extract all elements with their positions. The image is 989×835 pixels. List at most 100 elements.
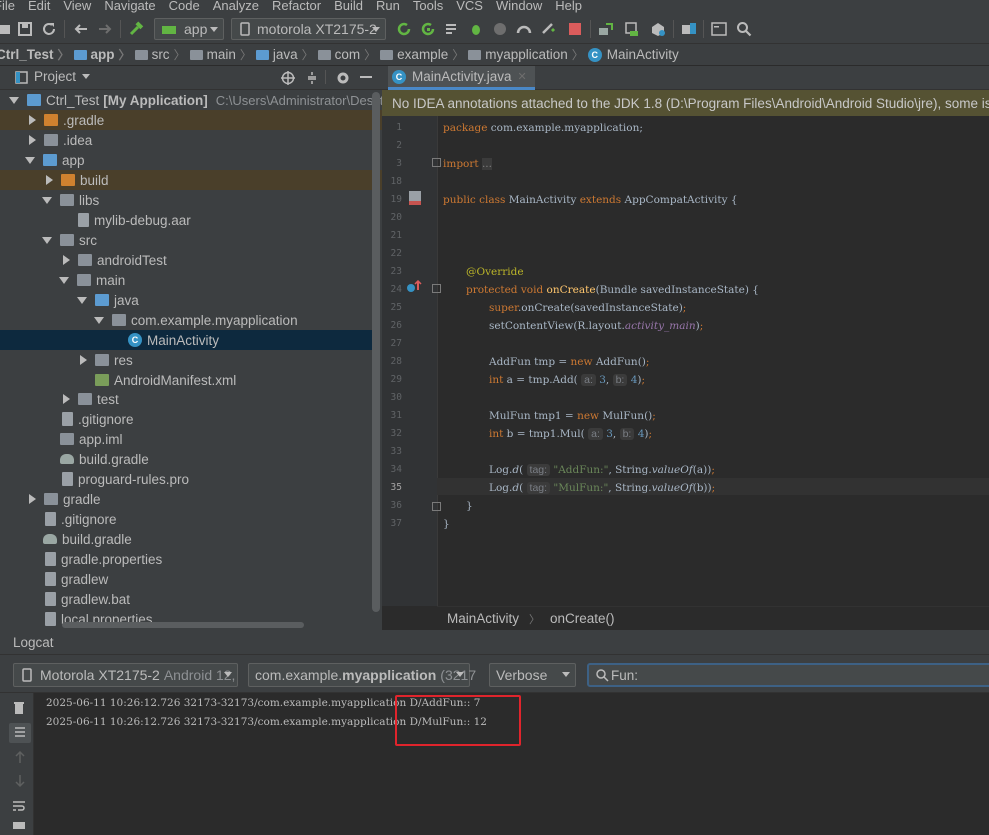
- fold-icon[interactable]: [432, 284, 441, 293]
- print-icon[interactable]: [12, 821, 26, 829]
- code-line[interactable]: }: [443, 518, 450, 530]
- device-select[interactable]: motorola XT2175-2: [231, 18, 386, 40]
- breadcrumb-method[interactable]: onCreate(): [550, 611, 615, 626]
- tree-item-res[interactable]: res: [0, 350, 382, 370]
- apply-changes-icon[interactable]: [396, 21, 412, 37]
- code-line[interactable]: int a = tmp.Add( a: 3, b: 4);: [489, 374, 645, 386]
- avd-manager-icon[interactable]: [624, 21, 640, 37]
- tree-item-test[interactable]: test: [0, 389, 382, 409]
- tree-item-root-build-gradle[interactable]: build.gradle: [0, 529, 382, 549]
- up-arrow-icon[interactable]: [14, 750, 26, 764]
- menu-build[interactable]: Build: [334, 0, 363, 12]
- code-line[interactable]: setContentView(R.layout.activity_main);: [489, 320, 703, 332]
- tree-item-java[interactable]: java: [0, 290, 382, 310]
- crumb-main[interactable]: main 〉: [189, 46, 256, 63]
- tree-item-root-gitignore[interactable]: .gitignore: [0, 509, 382, 529]
- menu-help[interactable]: Help: [555, 0, 582, 12]
- apply-code-changes-icon[interactable]: [420, 21, 436, 37]
- run-list-icon[interactable]: [444, 21, 460, 37]
- tree-item-root[interactable]: Ctrl_Test [My Application] C:\Users\Admi…: [0, 90, 382, 110]
- override-method-icon[interactable]: [406, 280, 422, 294]
- code-line[interactable]: protected void onCreate(Bundle savedInst…: [466, 284, 759, 296]
- tree-item-app-iml[interactable]: app.iml: [0, 429, 382, 449]
- crumb-mainactivity[interactable]: C MainActivity: [587, 47, 679, 62]
- menu-file[interactable]: File: [0, 0, 15, 12]
- code-line[interactable]: AddFun tmp = new AddFun();: [489, 356, 649, 368]
- sync-icon[interactable]: [41, 21, 57, 37]
- crumb-myapplication[interactable]: myapplication 〉: [468, 46, 588, 63]
- sdk-manager-icon[interactable]: [650, 21, 666, 37]
- project-structure-icon[interactable]: [681, 21, 697, 37]
- fold-icon[interactable]: [432, 158, 441, 167]
- tree-item-proguard[interactable]: proguard-rules.pro: [0, 469, 382, 489]
- crosshair-locate-icon[interactable]: [281, 71, 295, 85]
- project-horizontal-scrollbar[interactable]: [62, 622, 304, 628]
- tree-item-gradlew[interactable]: gradlew: [0, 569, 382, 589]
- tree-item-androidtest[interactable]: androidTest: [0, 250, 382, 270]
- attach-debugger-icon[interactable]: [540, 21, 556, 37]
- tree-item-main[interactable]: main: [0, 270, 382, 290]
- crumb-app[interactable]: app 〉: [73, 46, 135, 63]
- breadcrumb-class[interactable]: MainActivity: [447, 611, 519, 626]
- scroll-to-end-toggle[interactable]: [9, 723, 31, 743]
- tree-item-gradle-cache[interactable]: .gradle: [0, 110, 382, 130]
- code-line[interactable]: int b = tmp1.Mul( a: 3, b: 4);: [489, 428, 652, 440]
- hide-panel-icon[interactable]: [360, 76, 372, 78]
- code-line[interactable]: MulFun tmp1 = new MulFun();: [489, 410, 656, 422]
- logcat-search-input[interactable]: Fun:: [587, 663, 989, 687]
- soft-wrap-icon[interactable]: [12, 799, 26, 813]
- tree-item-gradlew-bat[interactable]: gradlew.bat: [0, 589, 382, 609]
- fold-icon[interactable]: [432, 502, 441, 511]
- debug-bug-icon[interactable]: [468, 21, 484, 37]
- tree-item-gradle[interactable]: gradle: [0, 489, 382, 509]
- code-line[interactable]: }: [466, 500, 473, 512]
- logcat-device-select[interactable]: Motorola XT2175-2 Android 12,: [13, 663, 238, 687]
- code-line[interactable]: Log.d( tag: "MulFun:", String.valueOf(b)…: [489, 482, 715, 494]
- tree-item-build[interactable]: build: [0, 170, 382, 190]
- layout-marker-icon[interactable]: [407, 190, 423, 206]
- tree-item-app-build-gradle[interactable]: build.gradle: [0, 449, 382, 469]
- module-select[interactable]: app: [154, 18, 224, 40]
- tree-item-idea[interactable]: .idea: [0, 130, 382, 150]
- terminal-window-icon[interactable]: [711, 21, 727, 37]
- tree-item-package[interactable]: com.example.myapplication: [0, 310, 382, 330]
- menu-vcs[interactable]: VCS: [456, 0, 483, 12]
- menu-code[interactable]: Code: [169, 0, 200, 12]
- code-line[interactable]: package com.example.myapplication;: [443, 122, 643, 134]
- project-view-select[interactable]: Project: [34, 69, 91, 84]
- profiler-icon[interactable]: [516, 21, 532, 37]
- tree-item-gradle-properties[interactable]: gradle.properties: [0, 549, 382, 569]
- trash-icon[interactable]: [13, 701, 25, 715]
- menu-edit[interactable]: Edit: [28, 0, 50, 12]
- forward-arrow-icon[interactable]: [97, 21, 113, 37]
- sync-gradle-icon[interactable]: [598, 21, 614, 37]
- project-vertical-scrollbar[interactable]: [372, 92, 380, 612]
- menu-tools[interactable]: Tools: [413, 0, 443, 12]
- tree-item-aar[interactable]: mylib-debug.aar: [0, 210, 382, 230]
- crumb-project[interactable]: Ctrl_Test 〉: [0, 46, 74, 63]
- menu-navigate[interactable]: Navigate: [104, 0, 155, 12]
- crumb-java[interactable]: java 〉: [255, 46, 318, 63]
- crumb-src[interactable]: src 〉: [134, 46, 190, 63]
- code-line[interactable]: super.onCreate(savedInstanceState);: [489, 302, 686, 314]
- gear-icon[interactable]: [336, 71, 350, 85]
- hammer-build-icon[interactable]: [128, 21, 144, 37]
- search-icon[interactable]: [736, 21, 752, 37]
- crumb-com[interactable]: com 〉: [317, 46, 381, 63]
- menu-view[interactable]: View: [63, 0, 91, 12]
- open-folder-icon[interactable]: [0, 21, 12, 37]
- logcat-level-select[interactable]: Verbose: [489, 663, 576, 687]
- code-line[interactable]: Log.d( tag: "AddFun:", String.valueOf(a)…: [489, 464, 715, 476]
- tree-item-app-gitignore[interactable]: .gitignore: [0, 409, 382, 429]
- coverage-icon[interactable]: [492, 21, 508, 37]
- stop-icon[interactable]: [567, 21, 583, 37]
- crumb-example[interactable]: example 〉: [380, 46, 468, 63]
- down-arrow-icon[interactable]: [14, 774, 26, 788]
- tree-item-mainactivity[interactable]: C MainActivity: [0, 330, 372, 350]
- tree-item-manifest[interactable]: AndroidManifest.xml: [0, 370, 382, 390]
- menu-window[interactable]: Window: [496, 0, 542, 12]
- tree-item-src[interactable]: src: [0, 230, 382, 250]
- save-icon[interactable]: [17, 21, 33, 37]
- tree-item-app[interactable]: app: [0, 150, 382, 170]
- menu-refactor[interactable]: Refactor: [272, 0, 321, 12]
